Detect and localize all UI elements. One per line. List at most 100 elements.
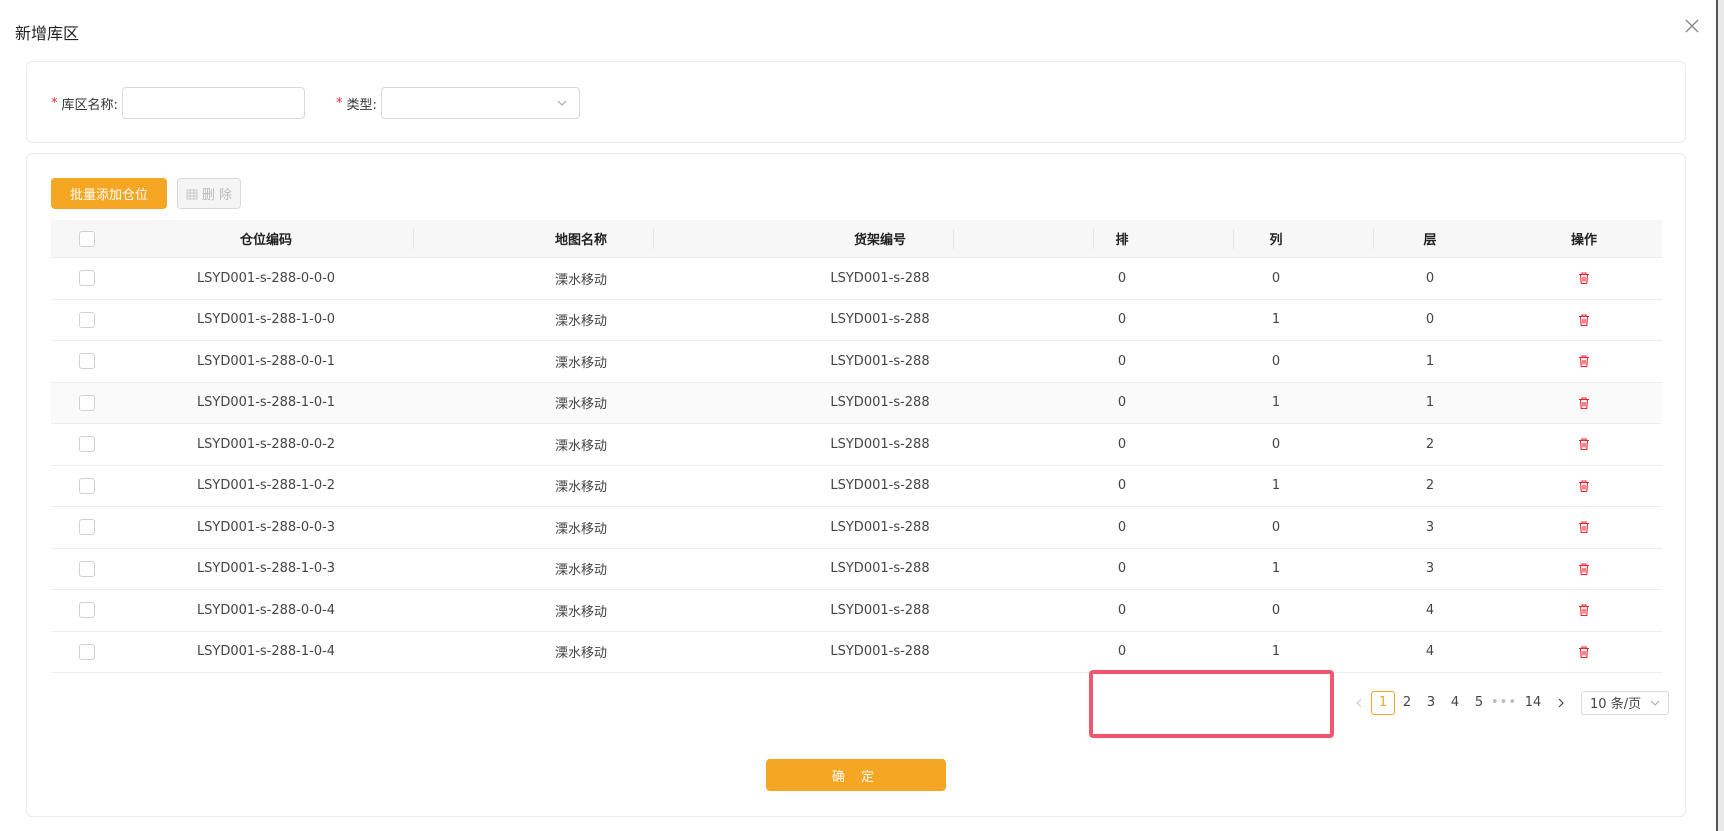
row-checkbox[interactable]	[79, 270, 95, 287]
cell-col: 1	[1271, 312, 1281, 328]
table-row[interactable]: LSYD001-s-288-0-0-2 溧水移动 LSYD001-s-288 0 0 2	[51, 424, 1662, 466]
cell-row: 0	[1117, 270, 1127, 286]
trash-icon	[1579, 521, 1589, 534]
delete-row-button[interactable]	[1507, 562, 1661, 576]
next-page-button[interactable]	[1549, 691, 1573, 715]
delete-icon	[186, 189, 198, 199]
cell-layer: 0	[1425, 270, 1435, 286]
page-1[interactable]: 1	[1371, 690, 1395, 715]
cell-col: 0	[1271, 519, 1281, 535]
cell-row: 0	[1117, 602, 1127, 618]
table-row[interactable]: LSYD001-s-288-1-0-3 溧水移动 LSYD001-s-288 0 1 3	[51, 549, 1662, 590]
name-input[interactable]	[121, 87, 305, 119]
cell-map: 溧水移动	[554, 438, 607, 454]
page-2[interactable]: 2	[1395, 691, 1419, 715]
cell-map: 溧水移动	[554, 314, 607, 330]
cell-map: 溧水移动	[554, 480, 607, 496]
trash-icon	[1579, 604, 1589, 617]
delete-row-button[interactable]	[1507, 437, 1661, 451]
delete-row-button[interactable]	[1507, 520, 1661, 534]
cell-code: LSYD001-s-288-1-0-0	[196, 312, 336, 328]
row-checkbox[interactable]	[79, 602, 95, 619]
row-checkbox[interactable]	[79, 519, 95, 536]
cell-map: 溧水移动	[554, 355, 607, 371]
table-row[interactable]: LSYD001-s-288-0-0-1 溧水移动 LSYD001-s-288 0 0 1	[51, 341, 1662, 383]
row-checkbox[interactable]	[79, 436, 95, 453]
cell-map: 溧水移动	[554, 646, 607, 662]
row-checkbox[interactable]	[79, 477, 95, 494]
name-form-item: * 库区名称:	[51, 87, 305, 119]
page-last[interactable]: 14	[1517, 691, 1549, 715]
cell-row: 0	[1117, 644, 1127, 660]
close-icon	[1685, 19, 1699, 33]
page-size-select[interactable]: 10 条/页	[1581, 690, 1670, 715]
header-col: 列	[1269, 233, 1283, 248]
delete-row-button[interactable]	[1507, 603, 1661, 617]
select-all-checkbox[interactable]	[79, 230, 95, 247]
close-button[interactable]	[1680, 14, 1704, 38]
cell-col: 0	[1271, 436, 1281, 452]
cell-row: 0	[1117, 353, 1127, 369]
type-form-item: * 类型:	[336, 87, 580, 119]
row-checkbox[interactable]	[79, 394, 95, 411]
cell-layer: 2	[1425, 436, 1435, 452]
row-checkbox[interactable]	[79, 560, 95, 577]
highlight-box	[1089, 670, 1334, 738]
cell-layer: 1	[1425, 395, 1435, 411]
page-3[interactable]: 3	[1419, 691, 1443, 715]
cell-shelf: LSYD001-s-288	[830, 395, 930, 411]
cell-row: 0	[1117, 312, 1127, 328]
table-card: 批量添加仓位 删 除 仓位编码 地图名称 货架编号 排 列 层 操作 LSYD0…	[26, 153, 1686, 817]
cell-col: 0	[1271, 353, 1281, 369]
cell-map: 溧水移动	[554, 563, 607, 579]
table-row[interactable]: LSYD001-s-288-1-0-4 溧水移动 LSYD001-s-288 0 1 4	[51, 632, 1662, 673]
cell-map: 溧水移动	[554, 272, 607, 288]
table-row[interactable]: LSYD001-s-288-1-0-1 溧水移动 LSYD001-s-288 0 1 1	[51, 382, 1662, 424]
table-row[interactable]: LSYD001-s-288-1-0-0 溧水移动 LSYD001-s-288 0 1 0	[51, 300, 1662, 341]
prev-page-button[interactable]	[1347, 691, 1371, 715]
delete-row-button[interactable]	[1507, 354, 1661, 368]
table-row[interactable]: LSYD001-s-288-0-0-4 溧水移动 LSYD001-s-288 0 0 4	[51, 590, 1662, 632]
delete-button[interactable]: 删 除	[177, 178, 241, 209]
table-row[interactable]: LSYD001-s-288-0-0-3 溧水移动 LSYD001-s-288 0 0 3	[51, 507, 1662, 549]
table-header: 仓位编码 地图名称 货架编号 排 列 层 操作	[51, 220, 1662, 258]
cell-shelf: LSYD001-s-288	[830, 519, 930, 535]
type-select[interactable]	[380, 87, 580, 119]
row-checkbox[interactable]	[79, 311, 95, 328]
header-shelf: 货架编号	[853, 233, 906, 248]
cell-layer: 3	[1425, 561, 1435, 577]
cell-shelf: LSYD001-s-288	[830, 312, 930, 328]
cell-code: LSYD001-s-288-0-0-2	[196, 436, 336, 452]
cell-layer: 0	[1425, 312, 1435, 328]
chevron-right-icon	[1558, 698, 1564, 707]
cell-map: 溧水移动	[554, 521, 607, 537]
delete-row-button[interactable]	[1507, 479, 1661, 493]
row-checkbox[interactable]	[79, 643, 95, 660]
delete-row-button[interactable]	[1507, 271, 1661, 285]
table-row[interactable]: LSYD001-s-288-0-0-0 溧水移动 LSYD001-s-288 0 0 0	[51, 258, 1662, 300]
delete-row-button[interactable]	[1507, 396, 1661, 410]
delete-row-button[interactable]	[1507, 645, 1661, 659]
page-4[interactable]: 4	[1443, 691, 1467, 715]
table-row[interactable]: LSYD001-s-288-1-0-2 溧水移动 LSYD001-s-288 0 1 2	[51, 466, 1662, 507]
cell-row: 0	[1117, 436, 1127, 452]
batch-add-button[interactable]: 批量添加仓位	[51, 178, 167, 209]
cell-row: 0	[1117, 519, 1127, 535]
cell-code: LSYD001-s-288-1-0-1	[196, 395, 336, 411]
cell-shelf: LSYD001-s-288	[830, 270, 930, 286]
cell-col: 0	[1271, 270, 1281, 286]
cell-code: LSYD001-s-288-0-0-3	[196, 519, 336, 535]
chevron-down-icon	[1650, 700, 1660, 706]
confirm-button[interactable]: 确 定	[766, 759, 946, 791]
name-label: 库区名称:	[61, 97, 118, 113]
page-ellipsis[interactable]: •••	[1491, 691, 1517, 715]
page-5[interactable]: 5	[1467, 691, 1491, 715]
cell-row: 0	[1117, 561, 1127, 577]
cell-shelf: LSYD001-s-288	[830, 644, 930, 660]
trash-icon	[1579, 563, 1589, 575]
row-checkbox[interactable]	[79, 353, 95, 370]
cell-shelf: LSYD001-s-288	[830, 436, 930, 452]
delete-row-button[interactable]	[1507, 313, 1661, 327]
form-card: * 库区名称: * 类型:	[26, 61, 1686, 143]
trash-icon	[1579, 646, 1589, 658]
